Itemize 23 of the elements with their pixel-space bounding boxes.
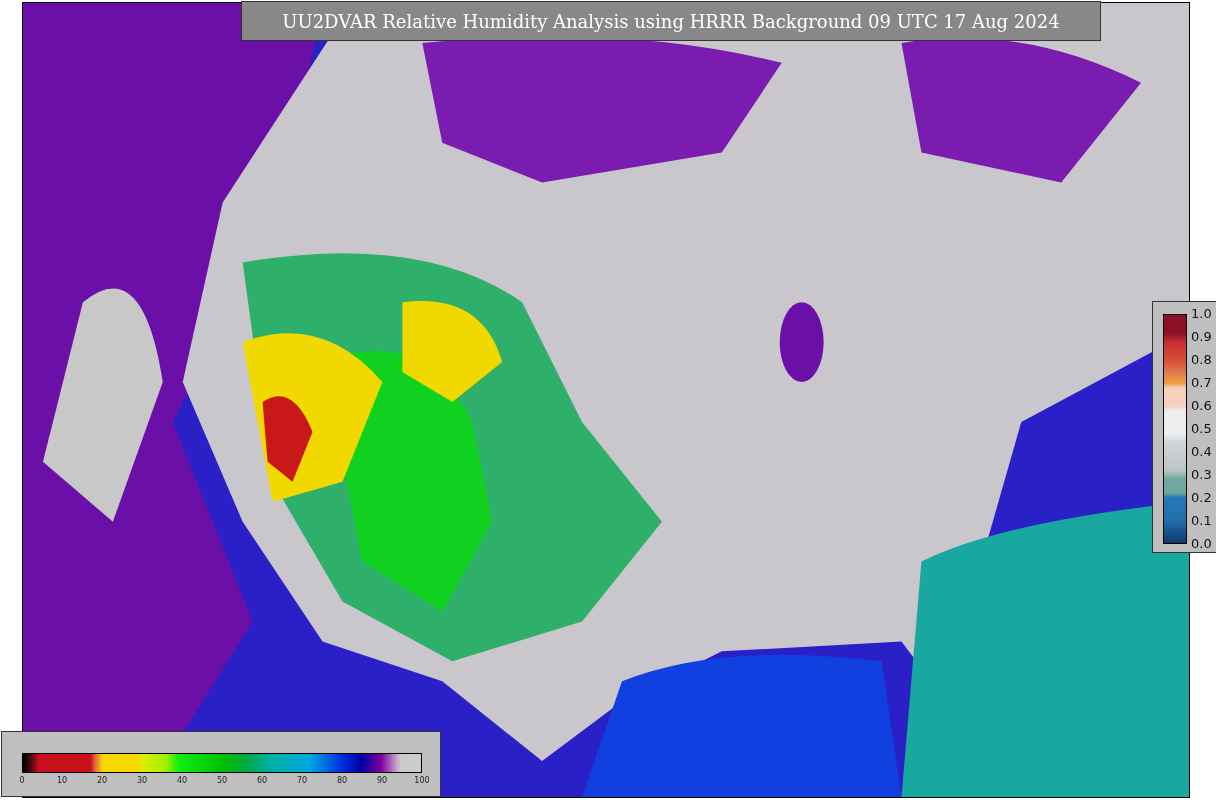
tick-label: 0: [19, 776, 25, 786]
tick-label: 0.4: [1191, 445, 1212, 459]
tick-label: 1.0: [1191, 307, 1212, 321]
tick-label: 90: [376, 776, 388, 786]
tick-label: 50: [216, 776, 228, 786]
tick-label: 20: [96, 776, 108, 786]
tick-label: 0.3: [1191, 468, 1212, 482]
tick-label: 0.7: [1191, 376, 1212, 390]
tick-label: 10: [56, 776, 68, 786]
tick-label: 70: [296, 776, 308, 786]
tick-label: 0.9: [1191, 330, 1212, 344]
tick-label: 40: [176, 776, 188, 786]
map-title: UU2DVAR Relative Humidity Analysis using HRRR Background 09 UTC 17 Aug 2024: [241, 1, 1101, 41]
tick-label: 60: [256, 776, 268, 786]
tick-label: 0.6: [1191, 399, 1212, 413]
tick-label: 0.8: [1191, 353, 1212, 367]
tick-label: 0.5: [1191, 422, 1212, 436]
tick-label: 80: [336, 776, 348, 786]
tick-label: 0.2: [1191, 491, 1212, 505]
tick-label: 0.1: [1191, 514, 1212, 528]
tick-label: 100: [414, 776, 430, 786]
tick-label: 0.0: [1191, 537, 1212, 551]
tick-label: 30: [136, 776, 148, 786]
